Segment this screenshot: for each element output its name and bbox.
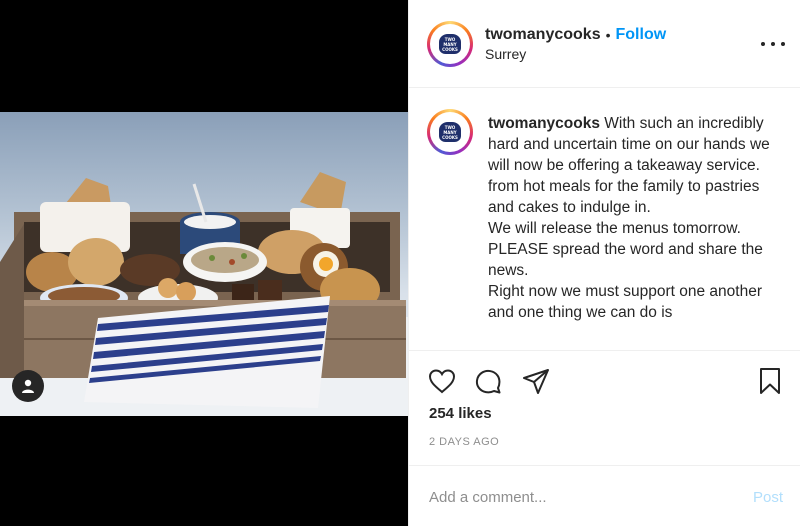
caption-avatar[interactable]: TWO MANY COOKS	[427, 109, 473, 155]
action-bar	[409, 360, 800, 400]
paper-plane-icon[interactable]	[521, 366, 551, 396]
like-count[interactable]: 254 likes	[429, 405, 492, 422]
location-link[interactable]: Surrey	[485, 46, 526, 62]
header-username[interactable]: twomanycooks	[485, 26, 601, 44]
post-media-panel	[0, 0, 408, 526]
user-tag-icon	[22, 379, 34, 393]
brand-logo: TWO MANY COOKS	[439, 122, 461, 142]
profile-avatar[interactable]: TWO MANY COOKS	[427, 21, 473, 67]
separator-dot: •	[605, 27, 611, 43]
post-caption: twomanycooks With such an incredibly har…	[488, 113, 788, 323]
post-comment-button[interactable]: Post	[753, 489, 783, 506]
heart-icon[interactable]	[427, 366, 457, 396]
bookmark-icon[interactable]	[755, 366, 785, 396]
post-header: TWO MANY COOKS twomanycooks • Follow Sur…	[409, 0, 800, 88]
post-timestamp[interactable]: 2 DAYS AGO	[429, 436, 499, 448]
post-side-panel: TWO MANY COOKS twomanycooks • Follow Sur…	[408, 0, 800, 526]
caption-text: With such an incredibly hard and uncerta…	[488, 115, 770, 321]
comment-icon[interactable]	[473, 366, 503, 396]
caption-section: TWO MANY COOKS twomanycooks With such an…	[409, 89, 800, 351]
comment-bar: Post	[409, 465, 800, 526]
more-options-icon[interactable]	[761, 34, 785, 54]
food-crate-illustration	[0, 172, 408, 416]
comment-input[interactable]	[429, 484, 729, 510]
brand-logo: TWO MANY COOKS	[439, 34, 461, 54]
caption-username[interactable]: twomanycooks	[488, 115, 600, 132]
follow-button[interactable]: Follow	[616, 26, 667, 44]
post-photo[interactable]	[0, 112, 408, 416]
tagged-user-button[interactable]	[12, 370, 44, 402]
